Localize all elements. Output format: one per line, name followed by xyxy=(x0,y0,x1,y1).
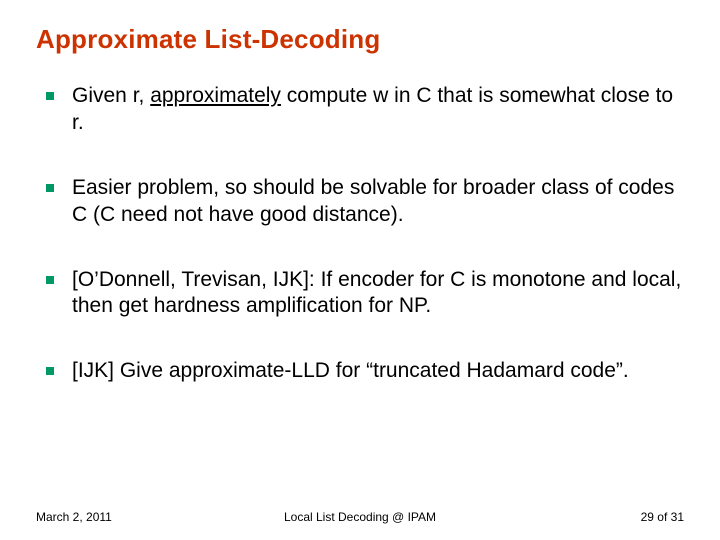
slide-title: Approximate List-Decoding xyxy=(36,24,684,55)
bullet-text-pre: [O’Donnell, Trevisan, IJK]: If encoder f… xyxy=(72,268,681,318)
page-total: 31 xyxy=(671,510,684,524)
bullet-text-underlined: approximately xyxy=(150,84,281,107)
page-current: 29 xyxy=(641,510,654,524)
page-sep: of xyxy=(654,510,671,524)
footer-date: March 2, 2011 xyxy=(36,510,112,524)
list-item: [IJK] Give approximate-LLD for “truncate… xyxy=(36,358,684,385)
list-item: Easier problem, so should be solvable fo… xyxy=(36,175,684,229)
list-item: Given r, approximately compute w in C th… xyxy=(36,83,684,137)
bullet-list: Given r, approximately compute w in C th… xyxy=(36,83,684,385)
slide: Approximate List-Decoding Given r, appro… xyxy=(0,0,720,540)
footer: March 2, 2011 Local List Decoding @ IPAM… xyxy=(0,510,720,524)
list-item: [O’Donnell, Trevisan, IJK]: If encoder f… xyxy=(36,267,684,321)
bullet-text-pre: Easier problem, so should be solvable fo… xyxy=(72,176,674,226)
bullet-text-pre: [IJK] Give approximate-LLD for “truncate… xyxy=(72,359,629,382)
bullet-text-pre: Given r, xyxy=(72,84,150,107)
footer-page: 29 of 31 xyxy=(641,510,684,524)
